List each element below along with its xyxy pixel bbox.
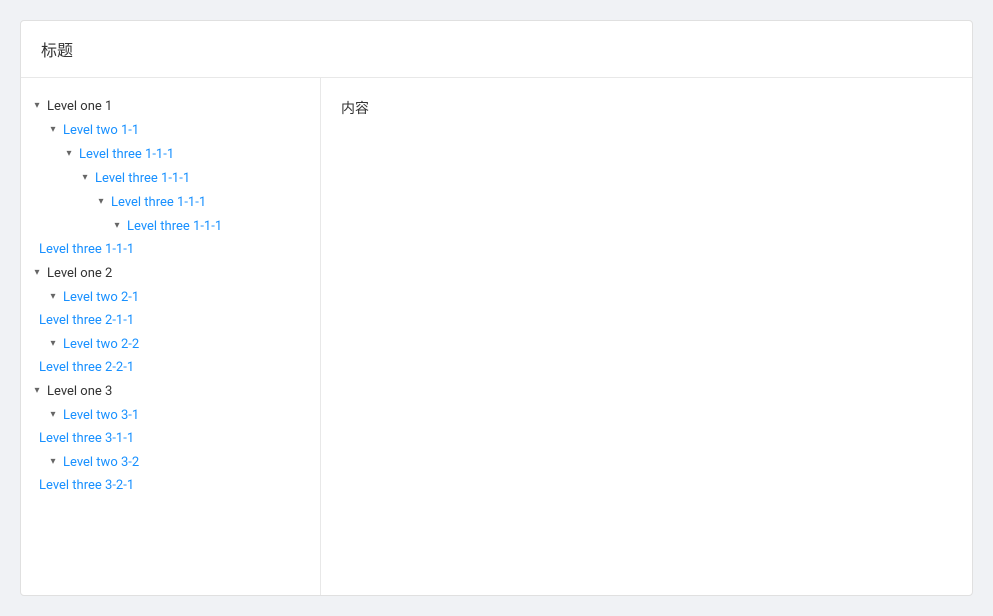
tree-leaf-l1-3-leaf[interactable]: Level three 1-1-1 (21, 238, 320, 261)
main-container: 标题 ▾Level one 1▾Level two 1-1▾Level thre… (20, 20, 973, 596)
tree-branch-l1-3-2[interactable]: ▾Level three 1-1-1 (21, 166, 320, 190)
tree-children-l1-3-1: ▾Level three 1-1-1▾Level three 1-1-1▾Lev… (21, 166, 320, 261)
tree-branch-l1-3-1[interactable]: ▾Level three 1-1-1 (21, 142, 320, 166)
tree-children-l3: ▾Level two 3-1Level three 3-1-1▾Level tw… (21, 403, 320, 497)
tree-branch-label: Level three 1-1-1 (95, 171, 190, 186)
tree-branch-l1-3-3[interactable]: ▾Level three 1-1-1 (21, 190, 320, 214)
tree-leaf-label: Level three 2-2-1 (39, 360, 134, 375)
tree-branch-l3-2-1[interactable]: ▾Level two 3-1 (21, 403, 320, 427)
tree-node-l1-3-4: ▾Level three 1-1-1Level three 1-1-1 (21, 214, 320, 261)
body-area: ▾Level one 1▾Level two 1-1▾Level three 1… (21, 78, 972, 595)
tree-branch-label: Level three 1-1-1 (127, 219, 222, 234)
tree-branch-label: Level two 1-1 (63, 123, 139, 138)
tree-branch-label: Level two 3-2 (63, 455, 139, 470)
chevron-down-icon: ▾ (29, 383, 45, 399)
tree-node-l1-3-1: ▾Level three 1-1-1▾Level three 1-1-1▾Lev… (21, 142, 320, 261)
tree-branch-label: Level one 1 (47, 99, 112, 114)
tree-children-l1-3-4: Level three 1-1-1 (21, 238, 320, 261)
tree-node-l3-3-2: Level three 3-2-1 (21, 474, 320, 497)
page-title: 标题 (41, 41, 73, 60)
tree-children-l1-2-1: ▾Level three 1-1-1▾Level three 1-1-1▾Lev… (21, 142, 320, 261)
chevron-down-icon: ▾ (93, 194, 109, 210)
tree-node-l3-3-1: Level three 3-1-1 (21, 427, 320, 450)
tree-node-l1-3-2: ▾Level three 1-1-1▾Level three 1-1-1▾Lev… (21, 166, 320, 261)
chevron-down-icon: ▾ (45, 336, 61, 352)
tree-branch-label: Level one 3 (47, 384, 112, 399)
tree-node-l2-2-2: ▾Level two 2-2 Level three 2-2-1 (21, 332, 320, 379)
tree-children-l1-3-2: ▾Level three 1-1-1▾Level three 1-1-1Leve… (21, 190, 320, 261)
tree-branch-label: Level one 2 (47, 266, 112, 281)
chevron-down-icon: ▾ (29, 98, 45, 114)
tree-branch-label: Level two 3-1 (63, 408, 139, 423)
tree-leaf-l2-3-2[interactable]: Level three 2-2-1 (21, 356, 320, 379)
tree-branch-l2-2-2[interactable]: ▾Level two 2-2 (21, 332, 320, 356)
tree-node-l2-3-1: Level three 2-1-1 (21, 309, 320, 332)
tree-node-l2-3-2: Level three 2-2-1 (21, 356, 320, 379)
tree-node-l1-2-1: ▾Level two 1-1▾Level three 1-1-1▾Level t… (21, 118, 320, 261)
content-text: 内容 (341, 101, 369, 117)
tree-children-l2: ▾Level two 2-1Level three 2-1-1▾Level tw… (21, 285, 320, 379)
tree-branch-label: Level two 2-1 (63, 290, 139, 305)
tree-branch-l2-2-1[interactable]: ▾Level two 2-1 (21, 285, 320, 309)
tree-children-l3-2-2: Level three 3-2-1 (21, 474, 320, 497)
chevron-down-icon: ▾ (45, 407, 61, 423)
tree-branch-l1[interactable]: ▾Level one 1 (21, 94, 320, 118)
tree-branch-label: Level three 1-1-1 (111, 195, 206, 210)
chevron-down-icon: ▾ (45, 454, 61, 470)
tree-children-l1-3-3: ▾Level three 1-1-1Level three 1-1-1 (21, 214, 320, 261)
tree-node-l2-2-1: ▾Level two 2-1 Level three 2-1-1 (21, 285, 320, 332)
tree-branch-l1-2-1[interactable]: ▾Level two 1-1 (21, 118, 320, 142)
tree-node-l1-3-leaf: Level three 1-1-1 (21, 238, 320, 261)
tree-leaf-label: Level three 3-1-1 (39, 431, 134, 446)
sidebar: ▾Level one 1▾Level two 1-1▾Level three 1… (21, 78, 321, 595)
tree-leaf-label: Level three 1-1-1 (39, 242, 134, 257)
tree-branch-l3[interactable]: ▾Level one 3 (21, 379, 320, 403)
chevron-down-icon: ▾ (109, 218, 125, 234)
tree-children-l1: ▾Level two 1-1▾Level three 1-1-1▾Level t… (21, 118, 320, 261)
tree-leaf-l2-3-1[interactable]: Level three 2-1-1 (21, 309, 320, 332)
tree-node-l2: ▾Level one 2▾Level two 2-1Level three 2-… (21, 261, 320, 379)
chevron-down-icon: ▾ (45, 122, 61, 138)
tree-leaf-label: Level three 2-1-1 (39, 313, 134, 328)
page-header: 标题 (21, 21, 972, 78)
tree-branch-label: Level three 1-1-1 (79, 147, 174, 162)
chevron-down-icon: ▾ (77, 170, 93, 186)
tree-children-l3-2-1: Level three 3-1-1 (21, 427, 320, 450)
tree-node-l1-3-3: ▾Level three 1-1-1▾Level three 1-1-1Leve… (21, 190, 320, 261)
tree-leaf-l3-3-2[interactable]: Level three 3-2-1 (21, 474, 320, 497)
tree-node-l3-2-1: ▾Level two 3-1 Level three 3-1-1 (21, 403, 320, 450)
tree-node-l3-2-2: ▾Level two 3-2 Level three 3-2-1 (21, 450, 320, 497)
chevron-down-icon: ▾ (61, 146, 77, 162)
tree-branch-l3-2-2[interactable]: ▾Level two 3-2 (21, 450, 320, 474)
tree-branch-l1-3-4[interactable]: ▾Level three 1-1-1 (21, 214, 320, 238)
tree-branch-l2[interactable]: ▾Level one 2 (21, 261, 320, 285)
tree-node-l3: ▾Level one 3▾Level two 3-1Level three 3-… (21, 379, 320, 497)
tree-children-l2-2-1: Level three 2-1-1 (21, 309, 320, 332)
tree-leaf-label: Level three 3-2-1 (39, 478, 134, 493)
tree-branch-label: Level two 2-2 (63, 337, 139, 352)
tree-children-l2-2-2: Level three 2-2-1 (21, 356, 320, 379)
tree-leaf-l3-3-1[interactable]: Level three 3-1-1 (21, 427, 320, 450)
chevron-down-icon: ▾ (29, 265, 45, 281)
tree-node-l1: ▾Level one 1▾Level two 1-1▾Level three 1… (21, 94, 320, 261)
chevron-down-icon: ▾ (45, 289, 61, 305)
content-area: 内容 (321, 78, 972, 595)
